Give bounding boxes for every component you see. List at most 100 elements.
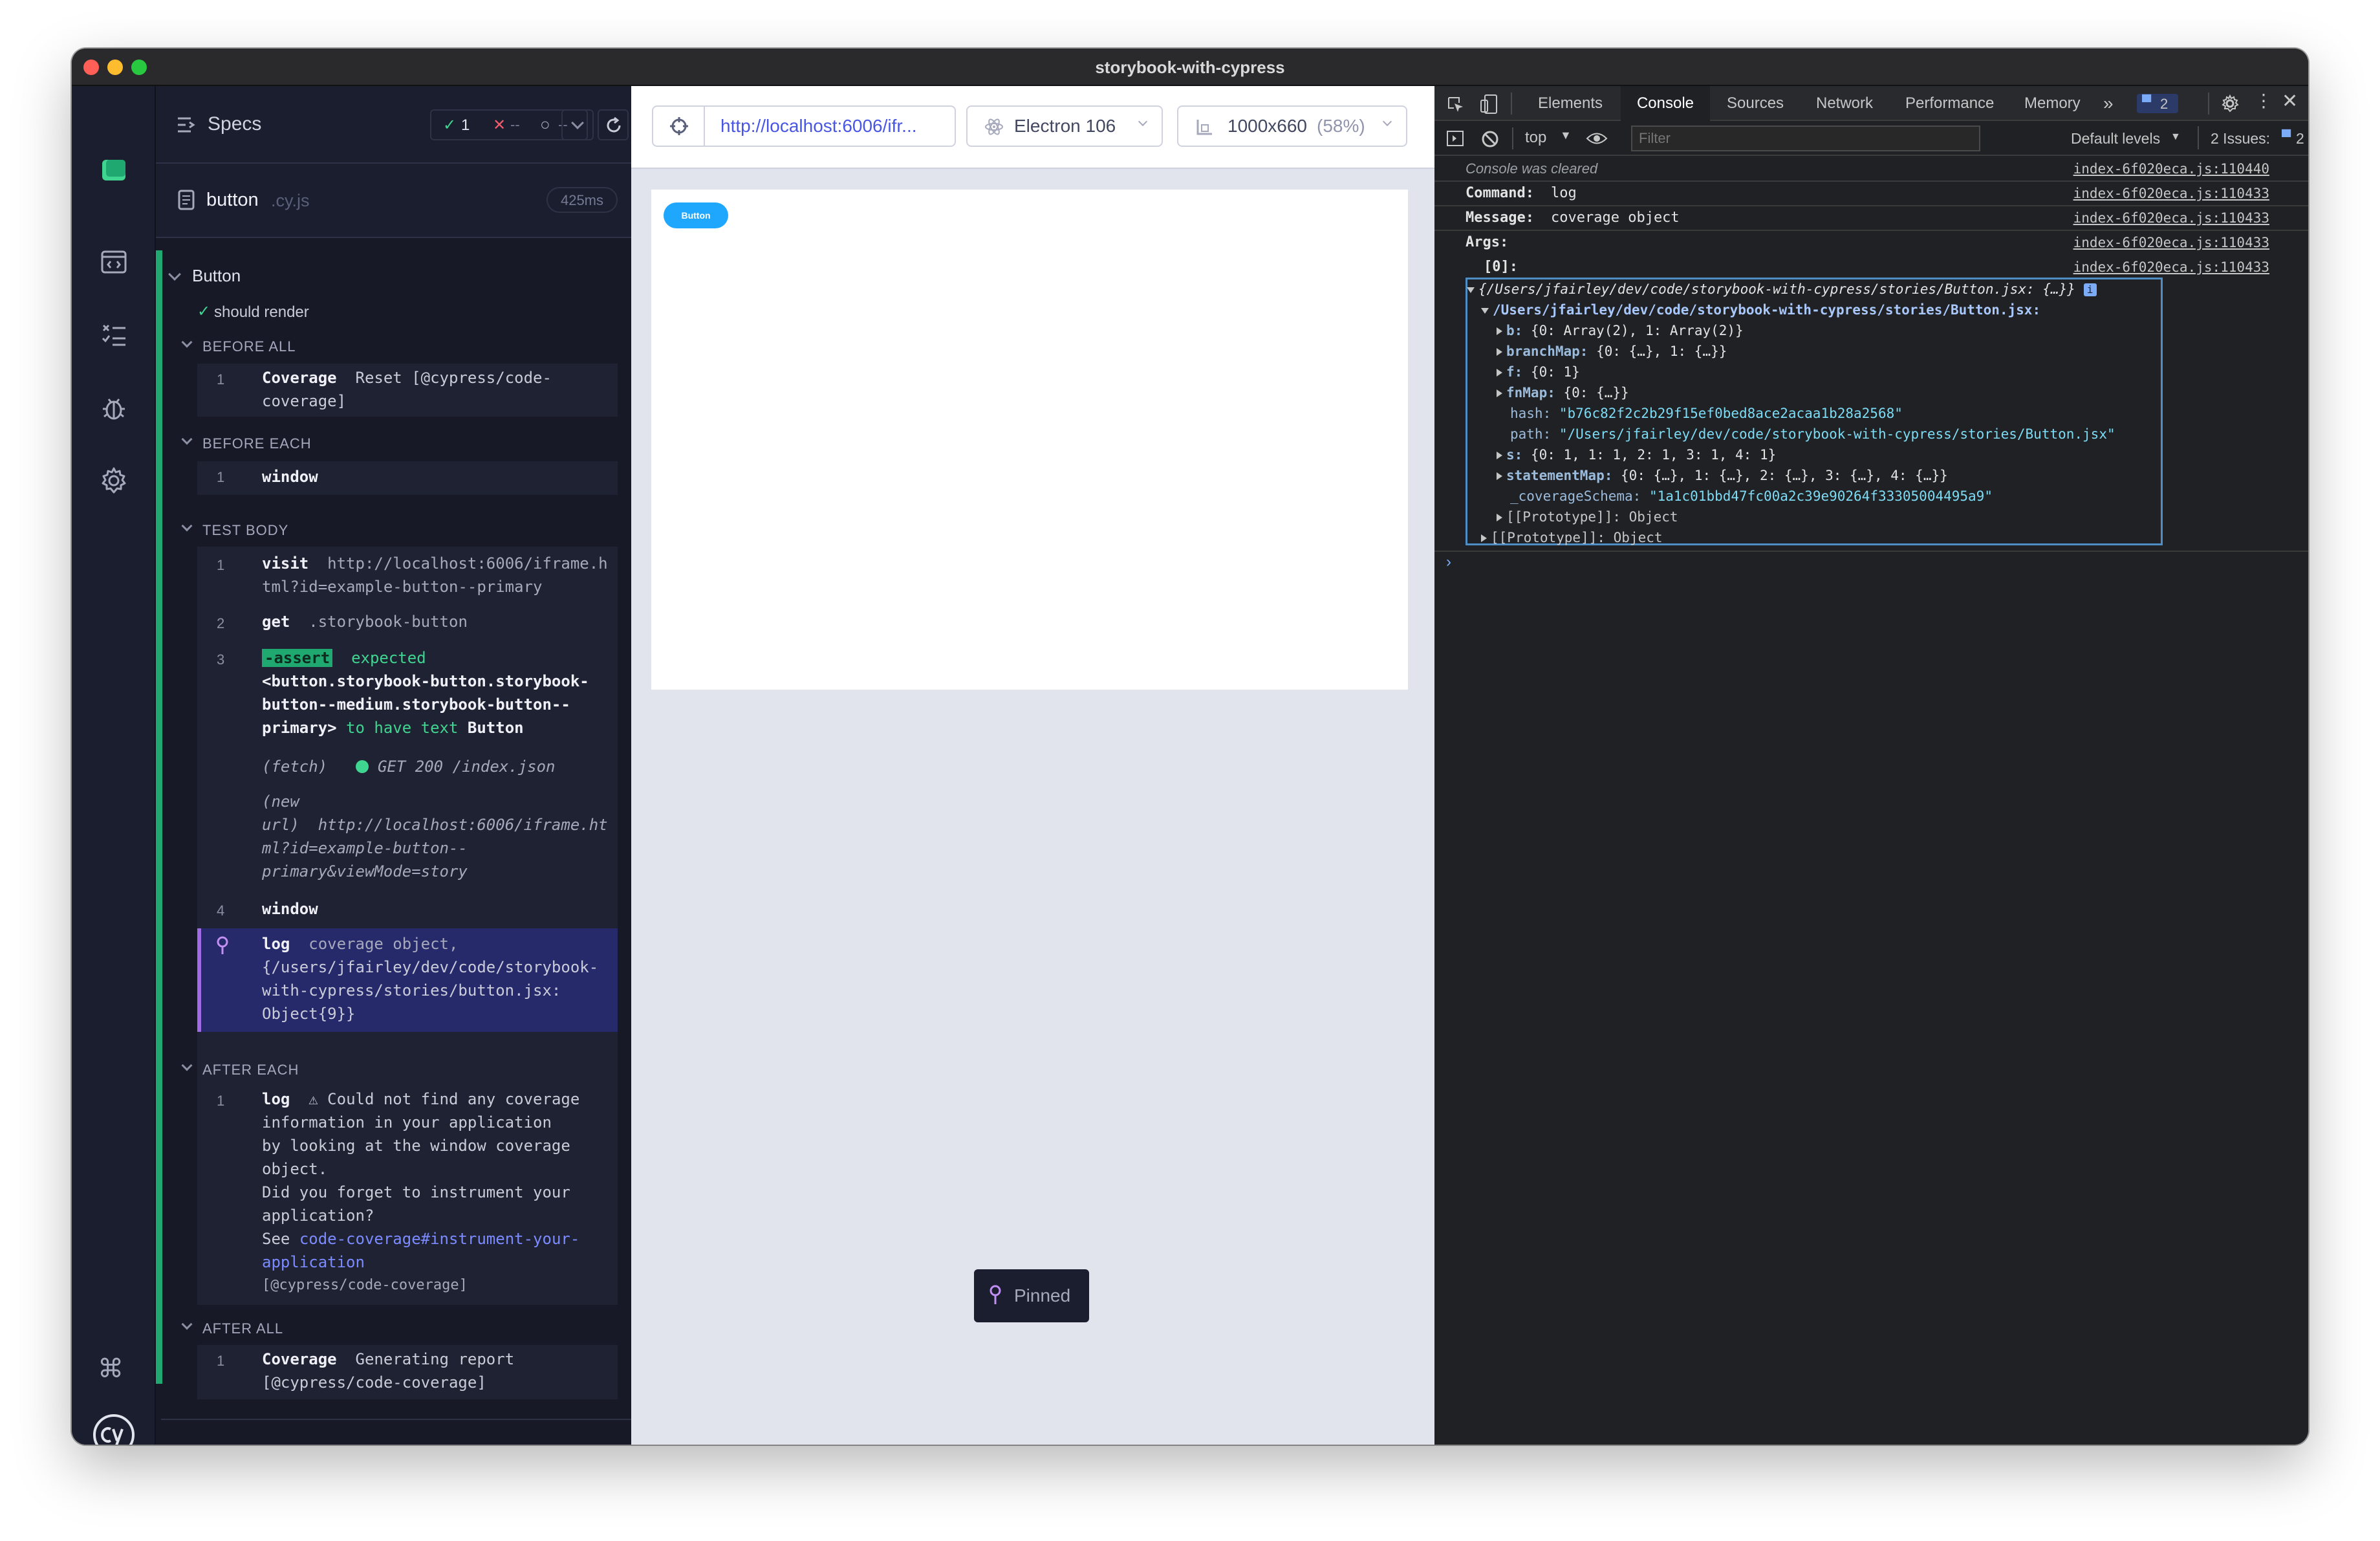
devtools-settings-gear-icon[interactable] (2221, 94, 2239, 113)
console-source-link[interactable]: index-6f020eca.js:110433 (2073, 182, 2269, 205)
hook-chevron[interactable] (181, 1318, 193, 1330)
instrument-docs-link[interactable]: code-coverage#instrument-your- (299, 1230, 579, 1248)
tree-branchmap-node[interactable]: branchMap: {0: {…}, 1: {…}} (1497, 341, 1727, 362)
inspect-element-icon[interactable] (1446, 95, 1464, 113)
viewport-info[interactable]: 1000x660 (58%) (1177, 105, 1407, 147)
kebab-menu-icon[interactable]: ⋮ (2255, 90, 2273, 111)
messages-badge[interactable]: ▀ 2 (2137, 94, 2178, 113)
settings-gear-icon[interactable] (100, 466, 128, 495)
context-selector[interactable]: top (1525, 129, 1546, 147)
hook-chevron[interactable] (181, 520, 193, 532)
warning-line-6: application? (262, 1207, 374, 1225)
tree-prototype-text: [[Prototype]]: Object (1506, 509, 1678, 525)
command-coverage-report[interactable]: 1 Coverage Generating report [@cypress/c… (197, 1345, 618, 1399)
url-bar[interactable]: http://localhost:6006/ifr... (652, 105, 956, 147)
tree-file-node[interactable]: /Users/jfairley/dev/code/storybook-with-… (1481, 300, 2040, 320)
cypress-logo-icon[interactable] (91, 1412, 136, 1445)
tab-console[interactable]: Console (1621, 86, 1710, 121)
tree-f-node[interactable]: f: {0: 1} (1497, 362, 1580, 382)
test-title[interactable]: should render (214, 303, 309, 322)
hook-before-each[interactable]: BEFORE EACH (202, 435, 312, 452)
tab-network[interactable]: Network (1816, 86, 1873, 121)
object-tree-root[interactable]: {/Users/jfairley/dev/code/storybook-with… (1467, 279, 2097, 300)
hook-chevron[interactable] (181, 1060, 193, 1071)
command-coverage-reset[interactable]: 1 Coverage Reset [@cypress/code- coverag… (197, 364, 618, 417)
console-filter-input[interactable] (1631, 126, 1980, 151)
command-window[interactable]: 1 window (197, 461, 618, 495)
browser-selector[interactable]: Electron 106 (966, 105, 1163, 147)
collapse-triangle-icon (1497, 369, 1502, 377)
live-expression-eye-icon[interactable] (1586, 131, 1608, 146)
keyboard-shortcuts-icon[interactable]: ⌘ (98, 1354, 124, 1384)
command-message: .storybook-button (308, 613, 468, 631)
storybook-button[interactable]: Button (664, 202, 728, 228)
issue-message-icon: ▀ (2282, 130, 2291, 144)
tree-key: branchMap: (1506, 344, 1588, 359)
tab-elements[interactable]: Elements (1538, 86, 1603, 121)
tab-memory[interactable]: Memory (2024, 86, 2081, 121)
more-tabs-icon[interactable]: » (2103, 86, 2114, 121)
command-assert[interactable]: 3 -assert expected <button.storybook-but… (197, 645, 618, 749)
command-message: http://localhost:6006/iframe.h (327, 554, 608, 573)
command-log-pinned[interactable]: log coverage object, {/users/jfairley/de… (197, 928, 618, 1032)
console-source-link[interactable]: index-6f020eca.js:110433 (2073, 256, 2269, 279)
tab-sources[interactable]: Sources (1727, 86, 1784, 121)
issues-label[interactable]: 2 Issues: (2211, 130, 2270, 148)
tree-root-text: {/Users/jfairley/dev/code/storybook-with… (1478, 281, 2075, 297)
command-get[interactable]: 2 get .storybook-button (197, 609, 618, 639)
selector-playground-button[interactable] (653, 107, 705, 146)
tree-value: {0: {…}} (1563, 385, 1629, 400)
specs-list-icon[interactable] (177, 116, 197, 134)
hook-chevron[interactable] (181, 336, 193, 348)
project-logo-icon[interactable] (101, 157, 127, 183)
specs-label[interactable]: Specs (208, 113, 261, 135)
command-number: 2 (217, 615, 225, 631)
hook-after-each[interactable]: AFTER EACH (202, 1062, 299, 1078)
console-source-link[interactable]: index-6f020eca.js:110433 (2073, 206, 2269, 230)
clear-console-icon[interactable] (1481, 130, 1499, 148)
command-new-url[interactable]: (new url) http://localhost:6006/iframe.h… (197, 789, 618, 886)
url-text[interactable]: http://localhost:6006/ifr... (720, 116, 917, 137)
assert-subject-end: primary> (262, 719, 337, 737)
command-log-warning[interactable]: 1 log ⚠ Could not find any coverage info… (197, 1085, 618, 1305)
command-name: log (262, 935, 290, 953)
console-prompt-icon[interactable]: › (1446, 553, 1451, 571)
expand-triangle-icon (1481, 307, 1489, 314)
pinned-tooltip[interactable]: Pinned (974, 1269, 1089, 1322)
passed-check-icon: ✓ (443, 116, 457, 134)
chevron-down-icon (1382, 116, 1392, 127)
close-devtools-icon[interactable]: ✕ (2282, 90, 2298, 113)
suite-title[interactable]: Button (192, 266, 241, 286)
tree-statementmap-node[interactable]: statementMap: {0: {…}, 1: {…}, 2: {…}, 3… (1497, 465, 1948, 486)
command-visit[interactable]: 1 visit http://localhost:6006/iframe.h t… (197, 551, 618, 604)
command-fetch[interactable]: (fetch) GET 200 /index.json (197, 754, 618, 783)
suite-collapse-chevron[interactable] (168, 268, 181, 281)
tree-fnmap-node[interactable]: fnMap: {0: {…}} (1497, 382, 1629, 403)
expand-dropdown-button[interactable] (561, 109, 594, 140)
log-levels-dropdown[interactable]: Default levels (2071, 130, 2160, 148)
hook-test-body[interactable]: TEST BODY (202, 522, 288, 539)
command-window-2[interactable]: 4 window (197, 896, 618, 926)
side-nav: ⌘ (72, 86, 156, 1445)
device-toolbar-icon[interactable] (1480, 94, 1498, 115)
console-message-args: Args: index-6f020eca.js:110433 (1434, 231, 2308, 256)
hook-chevron[interactable] (181, 433, 193, 445)
tree-key: _coverageSchema: (1510, 488, 1641, 504)
message-icon: ▀ (2142, 95, 2152, 109)
tree-s-node[interactable]: s: {0: 1, 1: 1, 2: 1, 3: 1, 4: 1} (1497, 444, 1776, 465)
reload-button[interactable] (598, 109, 629, 140)
tree-b-node[interactable]: b: {0: Array(2), 1: Array(2)} (1497, 320, 1744, 341)
debug-bug-icon[interactable] (100, 393, 128, 422)
specs-nav-icon[interactable] (100, 248, 128, 276)
console-source-link[interactable]: index-6f020eca.js:110433 (2073, 231, 2269, 254)
tab-performance[interactable]: Performance (1905, 86, 1994, 121)
hook-after-all[interactable]: AFTER ALL (202, 1320, 283, 1337)
console-source-link[interactable]: index-6f020eca.js:110440 (2073, 157, 2269, 180)
hook-before-all[interactable]: BEFORE ALL (202, 338, 296, 355)
instrument-docs-link-cont[interactable]: application (262, 1251, 365, 1274)
tree-prototype-inner[interactable]: [[Prototype]]: Object (1497, 507, 1678, 527)
runs-nav-icon[interactable] (100, 320, 128, 349)
command-name: (new (262, 792, 299, 811)
tree-prototype-outer[interactable]: [[Prototype]]: Object (1481, 527, 1663, 548)
sidebar-toggle-icon[interactable] (1446, 130, 1464, 147)
